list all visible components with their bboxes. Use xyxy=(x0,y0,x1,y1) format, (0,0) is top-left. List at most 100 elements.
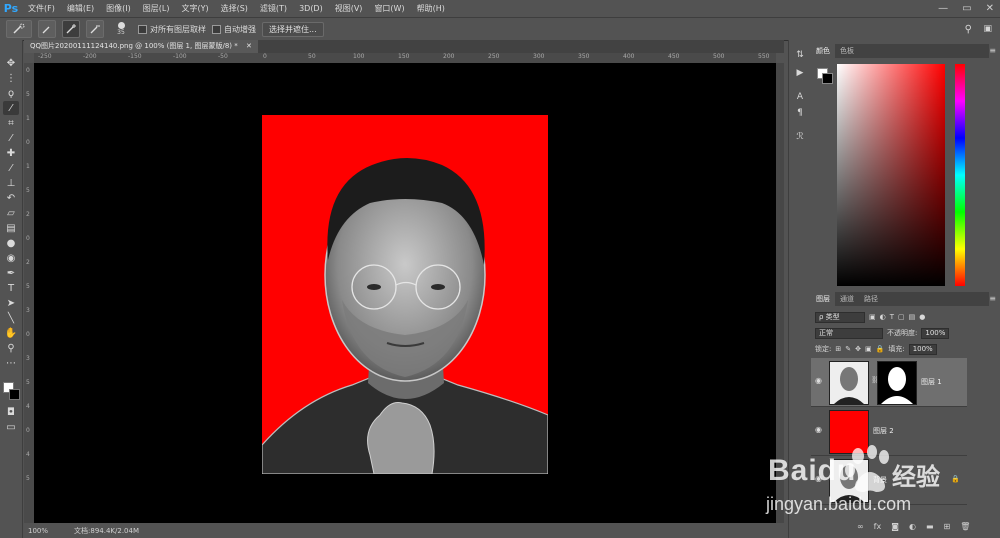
subtract-from-selection-button[interactable] xyxy=(86,20,104,38)
select-and-mask-button[interactable]: 选择并遮住... xyxy=(262,21,324,37)
workspace-icon[interactable]: ▣ xyxy=(983,24,992,34)
eraser-tool-icon[interactable]: ▱ xyxy=(3,206,19,220)
screen-mode-icon[interactable]: ▭ xyxy=(3,420,19,434)
clone-stamp-tool-icon[interactable]: ⊥ xyxy=(3,176,19,190)
quick-selection-tool-icon[interactable]: ⁄ xyxy=(3,101,19,115)
shape-filter-icon[interactable]: ▢ xyxy=(898,313,905,321)
layer-row[interactable]: ◉ ⛓ 图层 1 xyxy=(811,358,967,407)
search-icon[interactable]: ⚲ xyxy=(965,24,972,35)
fx-icon[interactable]: fx xyxy=(874,522,882,531)
lock-artboard-icon[interactable]: ▣ xyxy=(865,345,872,353)
menu-view[interactable]: 视图(V) xyxy=(329,0,369,17)
link-icon[interactable]: ∞ xyxy=(857,522,864,531)
pixel-filter-icon[interactable]: ▣ xyxy=(869,313,876,321)
lock-pixels-icon[interactable]: ⊞ xyxy=(835,345,841,353)
hue-slider[interactable] xyxy=(955,64,965,286)
lock-position-icon[interactable]: ✥ xyxy=(855,345,861,353)
blur-tool-icon[interactable]: ● xyxy=(3,236,19,250)
visibility-eye-icon[interactable]: ◉ xyxy=(815,376,822,385)
layer-lock-icon: 🔒 xyxy=(951,475,960,483)
add-to-selection-button[interactable] xyxy=(62,20,80,38)
paragraph-panel-icon[interactable]: ¶ xyxy=(792,106,808,120)
layer-name[interactable]: 图层 1 xyxy=(921,377,942,387)
menu-file[interactable]: 文件(F) xyxy=(22,0,61,17)
zoom-level[interactable]: 100% xyxy=(28,527,48,535)
eyedropper-tool-icon[interactable]: ⁄ xyxy=(3,131,19,145)
sample-all-layers-checkbox[interactable]: 对所有图层取样 xyxy=(138,24,206,35)
type-filter-icon[interactable]: T xyxy=(890,313,894,321)
new-selection-button[interactable] xyxy=(38,20,56,38)
actions-panel-icon[interactable]: ▶ xyxy=(792,66,808,80)
lock-all-icon[interactable]: 🔒 xyxy=(876,345,885,353)
quick-mask-icon[interactable]: ◘ xyxy=(3,405,19,419)
glyphs-panel-icon[interactable]: ℛ xyxy=(792,130,808,144)
path-selection-tool-icon[interactable]: ➤ xyxy=(3,296,19,310)
document-image[interactable] xyxy=(262,115,548,474)
line-tool-icon[interactable]: ╲ xyxy=(3,311,19,325)
layers-panel-menu-icon[interactable]: ≡ xyxy=(989,294,996,303)
color-panel-background-swatch[interactable] xyxy=(822,73,833,84)
close-button[interactable]: ✕ xyxy=(986,3,994,14)
marquee-tool-icon[interactable]: ⋮ xyxy=(3,71,19,85)
healing-brush-tool-icon[interactable]: ✚ xyxy=(3,146,19,160)
tool-preset-picker[interactable] xyxy=(6,20,32,38)
menu-window[interactable]: 窗口(W) xyxy=(368,0,410,17)
auto-enhance-checkbox[interactable]: 自动增强 xyxy=(212,24,256,35)
type-tool-icon[interactable]: T xyxy=(3,281,19,295)
menu-type[interactable]: 文字(Y) xyxy=(175,0,214,17)
filter-toggle-icon[interactable]: ● xyxy=(919,313,925,321)
color-panel-menu-icon[interactable]: ≡ xyxy=(989,46,996,55)
folder-icon[interactable]: ▬ xyxy=(926,522,934,531)
adjustment-filter-icon[interactable]: ◐ xyxy=(880,313,886,321)
tab-close-icon[interactable]: ✕ xyxy=(246,42,252,50)
history-panel-icon[interactable]: ⇅ xyxy=(792,48,808,62)
brush-tool-icon[interactable]: ⁄ xyxy=(3,161,19,175)
menu-help[interactable]: 帮助(H) xyxy=(411,0,451,17)
more-tools-icon[interactable]: ⋯ xyxy=(3,356,19,370)
trash-icon[interactable]: 🗑 xyxy=(960,522,970,531)
hand-tool-icon[interactable]: ✋ xyxy=(3,326,19,340)
pen-tool-icon[interactable]: ✒ xyxy=(3,266,19,280)
restore-button[interactable]: ▭ xyxy=(962,3,971,14)
tab-layers[interactable]: 图层 xyxy=(811,292,835,306)
tab-channels[interactable]: 通道 xyxy=(835,292,859,306)
gradient-tool-icon[interactable]: ▤ xyxy=(3,221,19,235)
tab-paths[interactable]: 路径 xyxy=(859,292,883,306)
move-tool-icon[interactable]: ✥ xyxy=(3,56,19,70)
layer-mask-thumbnail[interactable] xyxy=(877,361,917,405)
mask-icon[interactable]: ◙ xyxy=(891,522,899,531)
tab-color[interactable]: 颜色 xyxy=(811,44,835,58)
new-layer-icon[interactable]: ⊞ xyxy=(944,522,951,531)
menu-layer[interactable]: 图层(L) xyxy=(137,0,176,17)
character-panel-icon[interactable]: A xyxy=(792,90,808,104)
canvas-area[interactable] xyxy=(34,63,776,523)
color-picker-field[interactable] xyxy=(837,64,945,286)
visibility-eye-icon[interactable]: ◉ xyxy=(815,425,822,434)
menu-image[interactable]: 图像(I) xyxy=(100,0,137,17)
blend-mode-select[interactable]: 正常 xyxy=(815,327,883,339)
minimize-button[interactable]: — xyxy=(938,3,948,14)
history-brush-tool-icon[interactable]: ↶ xyxy=(3,191,19,205)
ruler-tick-label: 0 xyxy=(263,53,267,60)
crop-tool-icon[interactable]: ⌗ xyxy=(3,116,19,130)
fill-input[interactable]: 100% xyxy=(908,343,937,355)
background-color-swatch[interactable] xyxy=(9,389,20,400)
tab-swatches[interactable]: 色板 xyxy=(835,44,859,58)
lasso-tool-icon[interactable]: ϙ xyxy=(3,86,19,100)
lock-label: 锁定: xyxy=(815,345,832,353)
menu-filter[interactable]: 滤镜(T) xyxy=(254,0,293,17)
zoom-tool-icon[interactable]: ⚲ xyxy=(3,341,19,355)
dodge-tool-icon[interactable]: ◉ xyxy=(3,251,19,265)
layer-name[interactable]: 图层 2 xyxy=(873,426,894,436)
document-tab[interactable]: QQ图片20200111124140.png @ 100% (图层 1, 图层蒙… xyxy=(24,40,258,53)
brush-size-picker[interactable]: 35 xyxy=(110,22,132,36)
menu-select[interactable]: 选择(S) xyxy=(215,0,254,17)
adjustment-icon[interactable]: ◐ xyxy=(909,522,916,531)
lock-brush-icon[interactable]: ✎ xyxy=(845,345,851,353)
layer-filter-select[interactable]: ρ 类型 xyxy=(815,311,865,323)
opacity-input[interactable]: 100% xyxy=(921,327,950,339)
menu-3d[interactable]: 3D(D) xyxy=(293,0,329,17)
ruler-tick-label: -50 xyxy=(218,53,228,60)
smart-object-filter-icon[interactable]: ▤ xyxy=(909,313,916,321)
menu-edit[interactable]: 编辑(E) xyxy=(61,0,100,17)
